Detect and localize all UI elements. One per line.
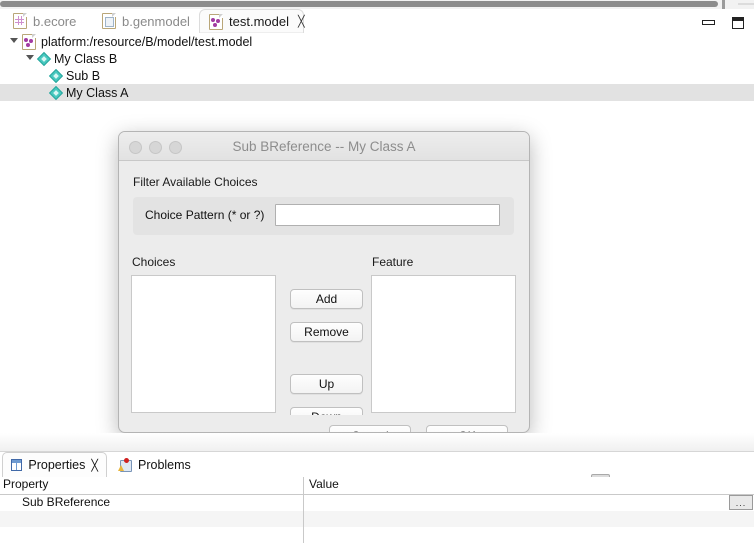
choice-pattern-label: Choice Pattern (* or ?) xyxy=(145,208,265,222)
value-ellipsis-button[interactable]: ... xyxy=(729,495,753,510)
properties-table: Property Value Sub BReference ... xyxy=(0,477,754,544)
editor-tab-b-genmodel[interactable]: b.genmodel xyxy=(93,9,203,33)
close-button[interactable] xyxy=(129,141,142,154)
editor-tab-b-ecore[interactable]: b.ecore xyxy=(4,9,90,33)
tree-item-root[interactable]: platform:/resource/B/model/test.model xyxy=(0,33,754,50)
scrollbar-endcap xyxy=(722,0,725,9)
ecore-file-icon xyxy=(13,13,27,29)
column-header-property[interactable]: Property xyxy=(0,477,303,494)
tree-item-sub-b[interactable]: Sub B xyxy=(0,67,754,84)
filter-group: Choice Pattern (* or ?) xyxy=(133,197,514,235)
editor-tab-label: b.ecore xyxy=(33,13,77,29)
editor-tab-label: test.model xyxy=(229,14,289,29)
tab-properties[interactable]: Properties ╳ xyxy=(2,452,107,477)
window-controls xyxy=(698,12,746,31)
close-icon[interactable]: ╳ xyxy=(91,459,98,472)
cell-property: Sub BReference xyxy=(22,495,111,509)
class-diamond-icon xyxy=(38,53,49,64)
maximize-icon[interactable] xyxy=(727,12,746,31)
problems-icon xyxy=(118,458,132,472)
dialog-titlebar[interactable]: Sub BReference -- My Class A xyxy=(119,132,529,161)
choices-label: Choices xyxy=(132,255,176,269)
minimize-button[interactable] xyxy=(149,141,162,154)
editor-tab-test-model[interactable]: test.model ╳ xyxy=(199,9,305,33)
chevron-down-icon[interactable] xyxy=(26,54,35,63)
tree-item-label: platform:/resource/B/model/test.model xyxy=(41,34,253,49)
minimize-icon[interactable] xyxy=(698,12,717,31)
up-button[interactable]: Up xyxy=(290,374,363,394)
tree-item-label: Sub B xyxy=(66,68,101,83)
properties-icon xyxy=(11,459,23,471)
column-header-value[interactable]: Value xyxy=(303,477,754,494)
feature-label: Feature xyxy=(372,255,414,269)
table-row[interactable] xyxy=(0,511,754,527)
cell-value[interactable] xyxy=(303,527,754,543)
view-tab-bar: Properties ╳ Problems xyxy=(0,452,754,493)
dialog-body: Filter Available Choices Choice Pattern … xyxy=(119,161,529,432)
tree-item-label: My Class B xyxy=(54,51,118,66)
model-file-icon xyxy=(209,13,223,30)
close-icon[interactable]: ╳ xyxy=(298,15,305,28)
view-tab-label: Problems xyxy=(138,457,191,472)
scrollbar-thumb[interactable] xyxy=(0,1,718,7)
class-diamond-icon xyxy=(50,87,61,98)
tree-item-my-class-a[interactable]: My Class A xyxy=(0,84,754,101)
scrollbar-track-tail xyxy=(738,3,754,5)
bottom-panel: Properties ╳ Problems Property Value Sub xyxy=(0,433,754,544)
down-button[interactable]: Down xyxy=(290,407,363,415)
filter-section-label: Filter Available Choices xyxy=(133,175,258,189)
class-diamond-icon xyxy=(50,70,61,81)
zoom-button[interactable] xyxy=(169,141,182,154)
remove-button[interactable]: Remove xyxy=(290,322,363,342)
choice-pattern-input[interactable] xyxy=(275,204,500,226)
dialog-title: Sub BReference -- My Class A xyxy=(232,138,416,154)
feature-list[interactable] xyxy=(371,275,516,413)
view-tab-label: Properties xyxy=(28,458,86,472)
cell-property xyxy=(0,511,303,527)
cell-value[interactable]: ... xyxy=(303,495,754,511)
table-header: Property Value xyxy=(0,477,754,495)
genmodel-file-icon xyxy=(102,13,116,29)
chevron-down-icon[interactable] xyxy=(10,37,19,46)
table-row[interactable]: Sub BReference ... xyxy=(0,495,754,511)
editor-tab-bar: b.ecore b.genmodel test.model ╳ xyxy=(0,9,754,33)
tree-item-my-class-b[interactable]: My Class B xyxy=(0,50,754,67)
model-file-icon xyxy=(22,33,36,50)
table-row[interactable] xyxy=(0,527,754,543)
ok-button[interactable]: OK xyxy=(426,425,508,432)
add-button[interactable]: Add xyxy=(290,289,363,309)
editor-tab-label: b.genmodel xyxy=(122,13,190,29)
tree-item-label: My Class A xyxy=(66,85,129,100)
feature-editor-dialog: Sub BReference -- My Class A Filter Avai… xyxy=(118,131,530,433)
cancel-button[interactable]: Cancel xyxy=(329,425,411,432)
cell-value[interactable] xyxy=(303,511,754,527)
cell-property xyxy=(0,527,303,543)
choices-list[interactable] xyxy=(131,275,276,413)
panel-sash[interactable] xyxy=(0,433,754,452)
tab-problems[interactable]: Problems xyxy=(110,452,205,477)
